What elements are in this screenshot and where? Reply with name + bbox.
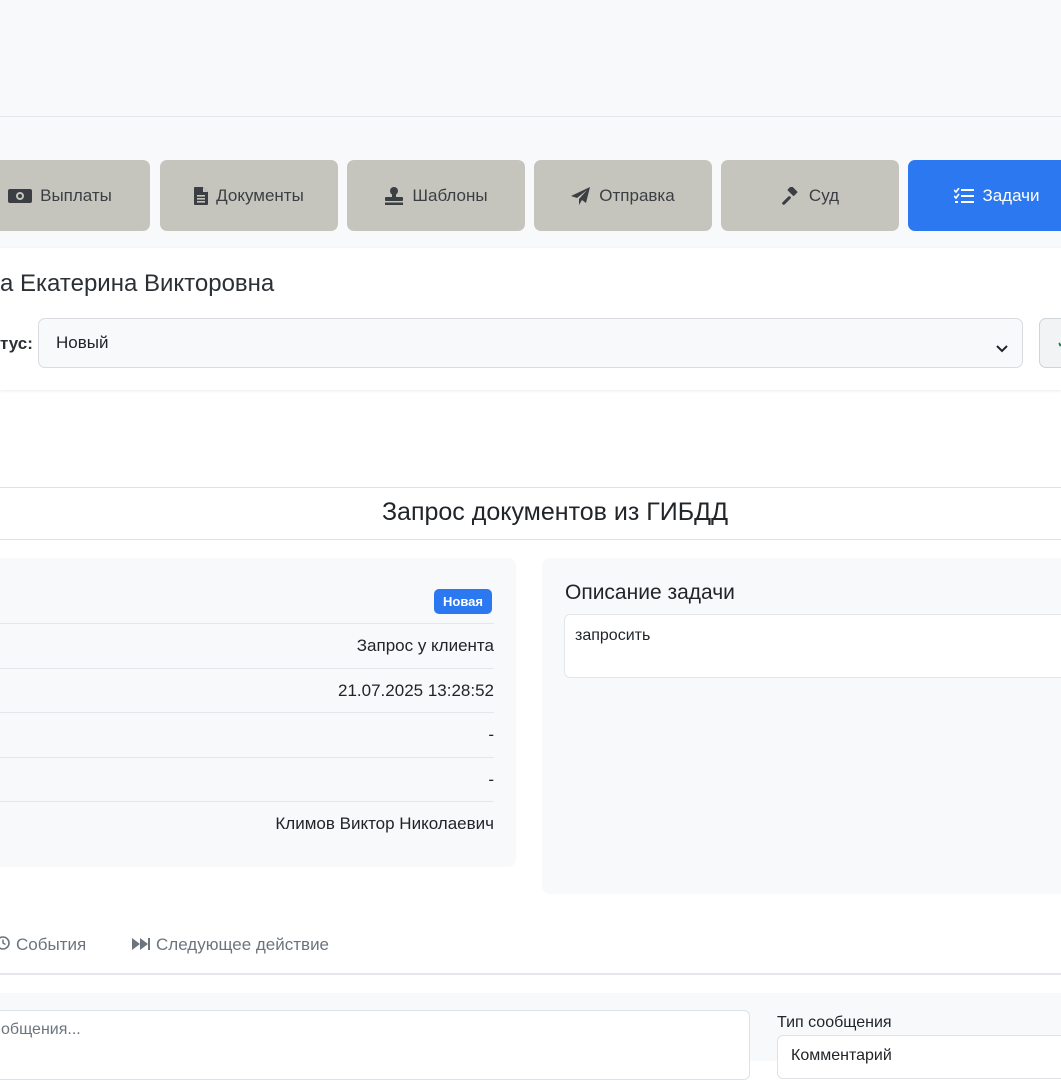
tasks-icon [954, 187, 975, 204]
info-value: Климов Виктор Николаевич [275, 813, 494, 833]
status-select[interactable]: Новый [38, 318, 1023, 368]
tab-events[interactable]: События [0, 935, 86, 955]
task-description-card [542, 558, 1061, 894]
info-value: Запрос у клиента [356, 635, 494, 655]
chevron-down-icon [996, 338, 1008, 358]
tab-court[interactable]: Суд [721, 160, 899, 231]
top-header [0, 0, 1061, 117]
tabs-underline [0, 973, 1061, 975]
tab-events-label: События [16, 935, 87, 954]
tab-payments[interactable]: Выплаты [0, 160, 150, 231]
tab-tasks-label: Задачи [982, 185, 1040, 205]
tab-documents[interactable]: Документы [160, 160, 338, 231]
money-bill-icon [8, 188, 33, 204]
task-title: Запрос документов из ГИБДД [381, 498, 729, 526]
info-row-empty-1: - [0, 712, 494, 756]
divider [0, 487, 1061, 488]
tab-templates-label: Шаблоны [412, 185, 488, 205]
divider [0, 539, 1061, 540]
info-row-source: Запрос у клиента [0, 623, 494, 667]
tab-documents-label: Документы [216, 185, 304, 205]
info-row-author: Климов Виктор Николаевич [0, 801, 494, 845]
paper-plane-icon [571, 186, 591, 205]
description-title: Описание задачи [565, 581, 735, 604]
tab-send[interactable]: Отправка [534, 160, 712, 231]
info-row-created: 21.07.2025 13:28:52 [0, 668, 494, 712]
status-value: Новый [56, 333, 109, 352]
clock-history-icon [0, 935, 10, 955]
save-icon: ✓ [1056, 333, 1061, 353]
message-input[interactable]: общения... [0, 1010, 750, 1080]
gavel-icon [781, 186, 801, 205]
client-name: а Екатерина Викторовна [0, 270, 275, 297]
tab-send-label: Отправка [599, 185, 675, 205]
description-box: запросить [564, 614, 1061, 678]
status-save-button[interactable]: ✓ [1039, 318, 1061, 368]
stamp-icon [384, 186, 404, 205]
info-value: 21.07.2025 13:28:52 [338, 680, 494, 700]
tab-payments-label: Выплаты [40, 185, 112, 205]
message-type-select[interactable]: Комментарий [777, 1035, 1061, 1079]
info-row-empty-2: - [0, 757, 494, 801]
tab-templates[interactable]: Шаблоны [347, 160, 525, 231]
forward-icon [132, 935, 150, 955]
tab-court-label: Суд [808, 185, 840, 205]
status-badge: Новая [434, 589, 492, 614]
tab-next-action[interactable]: Следующее действие [132, 935, 329, 955]
status-label: тус: [0, 334, 33, 353]
tab-tasks[interactable]: Задачи [908, 160, 1061, 231]
info-value: - [488, 769, 494, 789]
tab-next-action-label: Следующее действие [156, 935, 330, 954]
file-icon [194, 186, 209, 205]
message-type-label: Тип сообщения [777, 1014, 892, 1031]
info-value: - [488, 724, 494, 744]
